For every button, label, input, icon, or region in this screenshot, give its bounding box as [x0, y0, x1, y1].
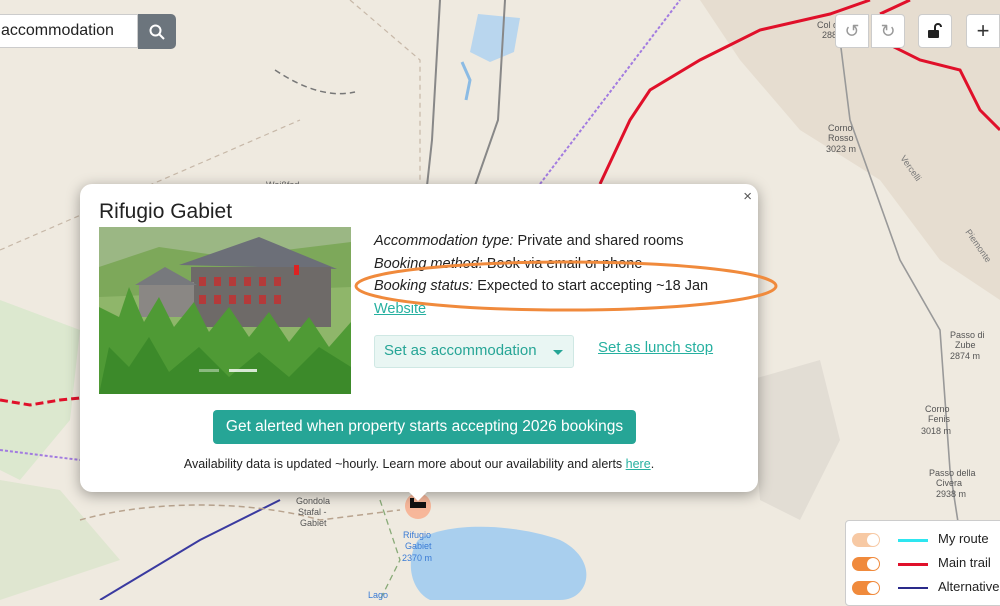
annotation-ellipse [354, 260, 778, 312]
legend-swatch [898, 563, 928, 566]
map-legend: My route Main trail Alternative [845, 520, 1000, 606]
legend-label: Main trail [938, 555, 991, 570]
legend-swatch [898, 539, 928, 542]
legend-label: My route [938, 531, 989, 546]
legend-item-alternative[interactable]: Alternative [852, 579, 1000, 597]
toggle-switch[interactable] [852, 533, 880, 547]
toggle-switch[interactable] [852, 557, 880, 571]
legend-label: Alternative [938, 579, 1000, 594]
legend-item-main-trail[interactable]: Main trail [852, 555, 1000, 573]
toggle-switch[interactable] [852, 581, 880, 595]
annotation-overlay [354, 260, 778, 312]
legend-swatch [898, 587, 928, 589]
legend-item-my-route[interactable]: My route [852, 531, 1000, 549]
